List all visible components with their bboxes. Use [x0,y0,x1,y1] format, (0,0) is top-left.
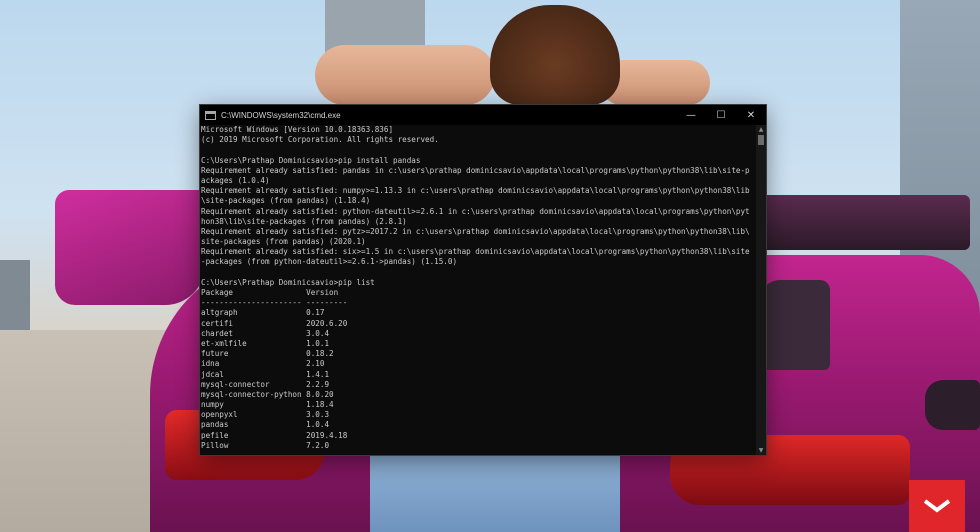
console-line: numpy 1.18.4 [201,400,334,410]
console-line: future 0.18.2 [201,349,334,359]
console-line: hon38\lib\site-packages (from pandas) (2… [201,216,407,226]
console-line: Requirement already satisfied: numpy>=1.… [201,186,750,196]
wallpaper-mirror [925,380,980,430]
wallpaper-person-hair [490,5,620,105]
window-controls: — ☐ ✕ [676,105,766,125]
console-line: C:\Users\Prathap Dominicsavio>pip list [201,277,375,287]
console-line: Requirement already satisfied: pandas in… [201,165,750,175]
console-line: idna 2.10 [201,359,325,369]
console-line: Requirement already satisfied: python-da… [201,206,750,216]
title-bar[interactable]: C:\WINDOWS\system32\cmd.exe — ☐ ✕ [200,105,766,125]
console-icon [205,110,216,120]
wallpaper-person-arm [315,45,495,105]
console-line: ---------------------- --------- [201,298,348,308]
console-line: openpyxl 3.0.3 [201,410,330,420]
console-line: C:\Users\Prathap Dominicsavio>pip instal… [201,155,421,165]
scroll-thumb[interactable] [758,135,764,145]
wallpaper-person-jeans [370,455,620,532]
console-line: et-xmlfile 1.0.1 [201,338,330,348]
chevron-down-icon [923,499,951,513]
console-line: Microsoft Windows [Version 10.0.18363.83… [201,125,394,134]
wallpaper-car-window [760,280,830,370]
vertical-scrollbar[interactable]: ▲ ▼ [756,125,766,455]
wallpaper-building-left [0,260,30,340]
wallpaper-wall [0,330,170,532]
console-line: Pillow 7.2.0 [201,440,330,450]
console-line: \site-packages (from pandas) (1.18.4) [201,196,371,206]
console-line: pefile 2019.4.18 [201,430,348,440]
console-line: Requirement already satisfied: six>=1.5 … [201,247,750,257]
console-line: ackages (1.0.4) [201,175,270,185]
console-line: jdcal 1.4.1 [201,369,330,379]
console-line: pandas 1.0.4 [201,420,330,430]
console-line: (c) 2019 Microsoft Corporation. All righ… [201,135,439,145]
console-line: Package Version [201,288,339,297]
console-line: mysql-connector 2.2.9 [201,379,330,389]
console-output[interactable]: Microsoft Windows [Version 10.0.18363.83… [201,125,755,455]
wallpaper-spoiler-end [55,190,205,305]
console-line: certifi 2020.6.20 [201,318,348,328]
console-line: mysql-connector-python 8.0.20 [201,389,334,399]
console-line: altgraph 0.17 [201,308,325,318]
console-line: Requirement already satisfied: pytz>=201… [201,226,750,236]
console-line: -packages (from python-dateutil>=2.6.1->… [201,257,458,267]
brand-badge [909,480,965,532]
minimize-button[interactable]: — [676,105,706,125]
scroll-up-icon[interactable]: ▲ [756,125,766,134]
close-button[interactable]: ✕ [736,105,766,125]
console-line: chardet 3.0.4 [201,328,330,338]
cmd-window[interactable]: C:\WINDOWS\system32\cmd.exe — ☐ ✕ Micros… [200,105,766,455]
scroll-down-icon[interactable]: ▼ [756,446,766,455]
window-title: C:\WINDOWS\system32\cmd.exe [221,110,341,120]
maximize-button[interactable]: ☐ [706,105,736,125]
console-line: site-packages (from pandas) (2020.1) [201,237,366,247]
